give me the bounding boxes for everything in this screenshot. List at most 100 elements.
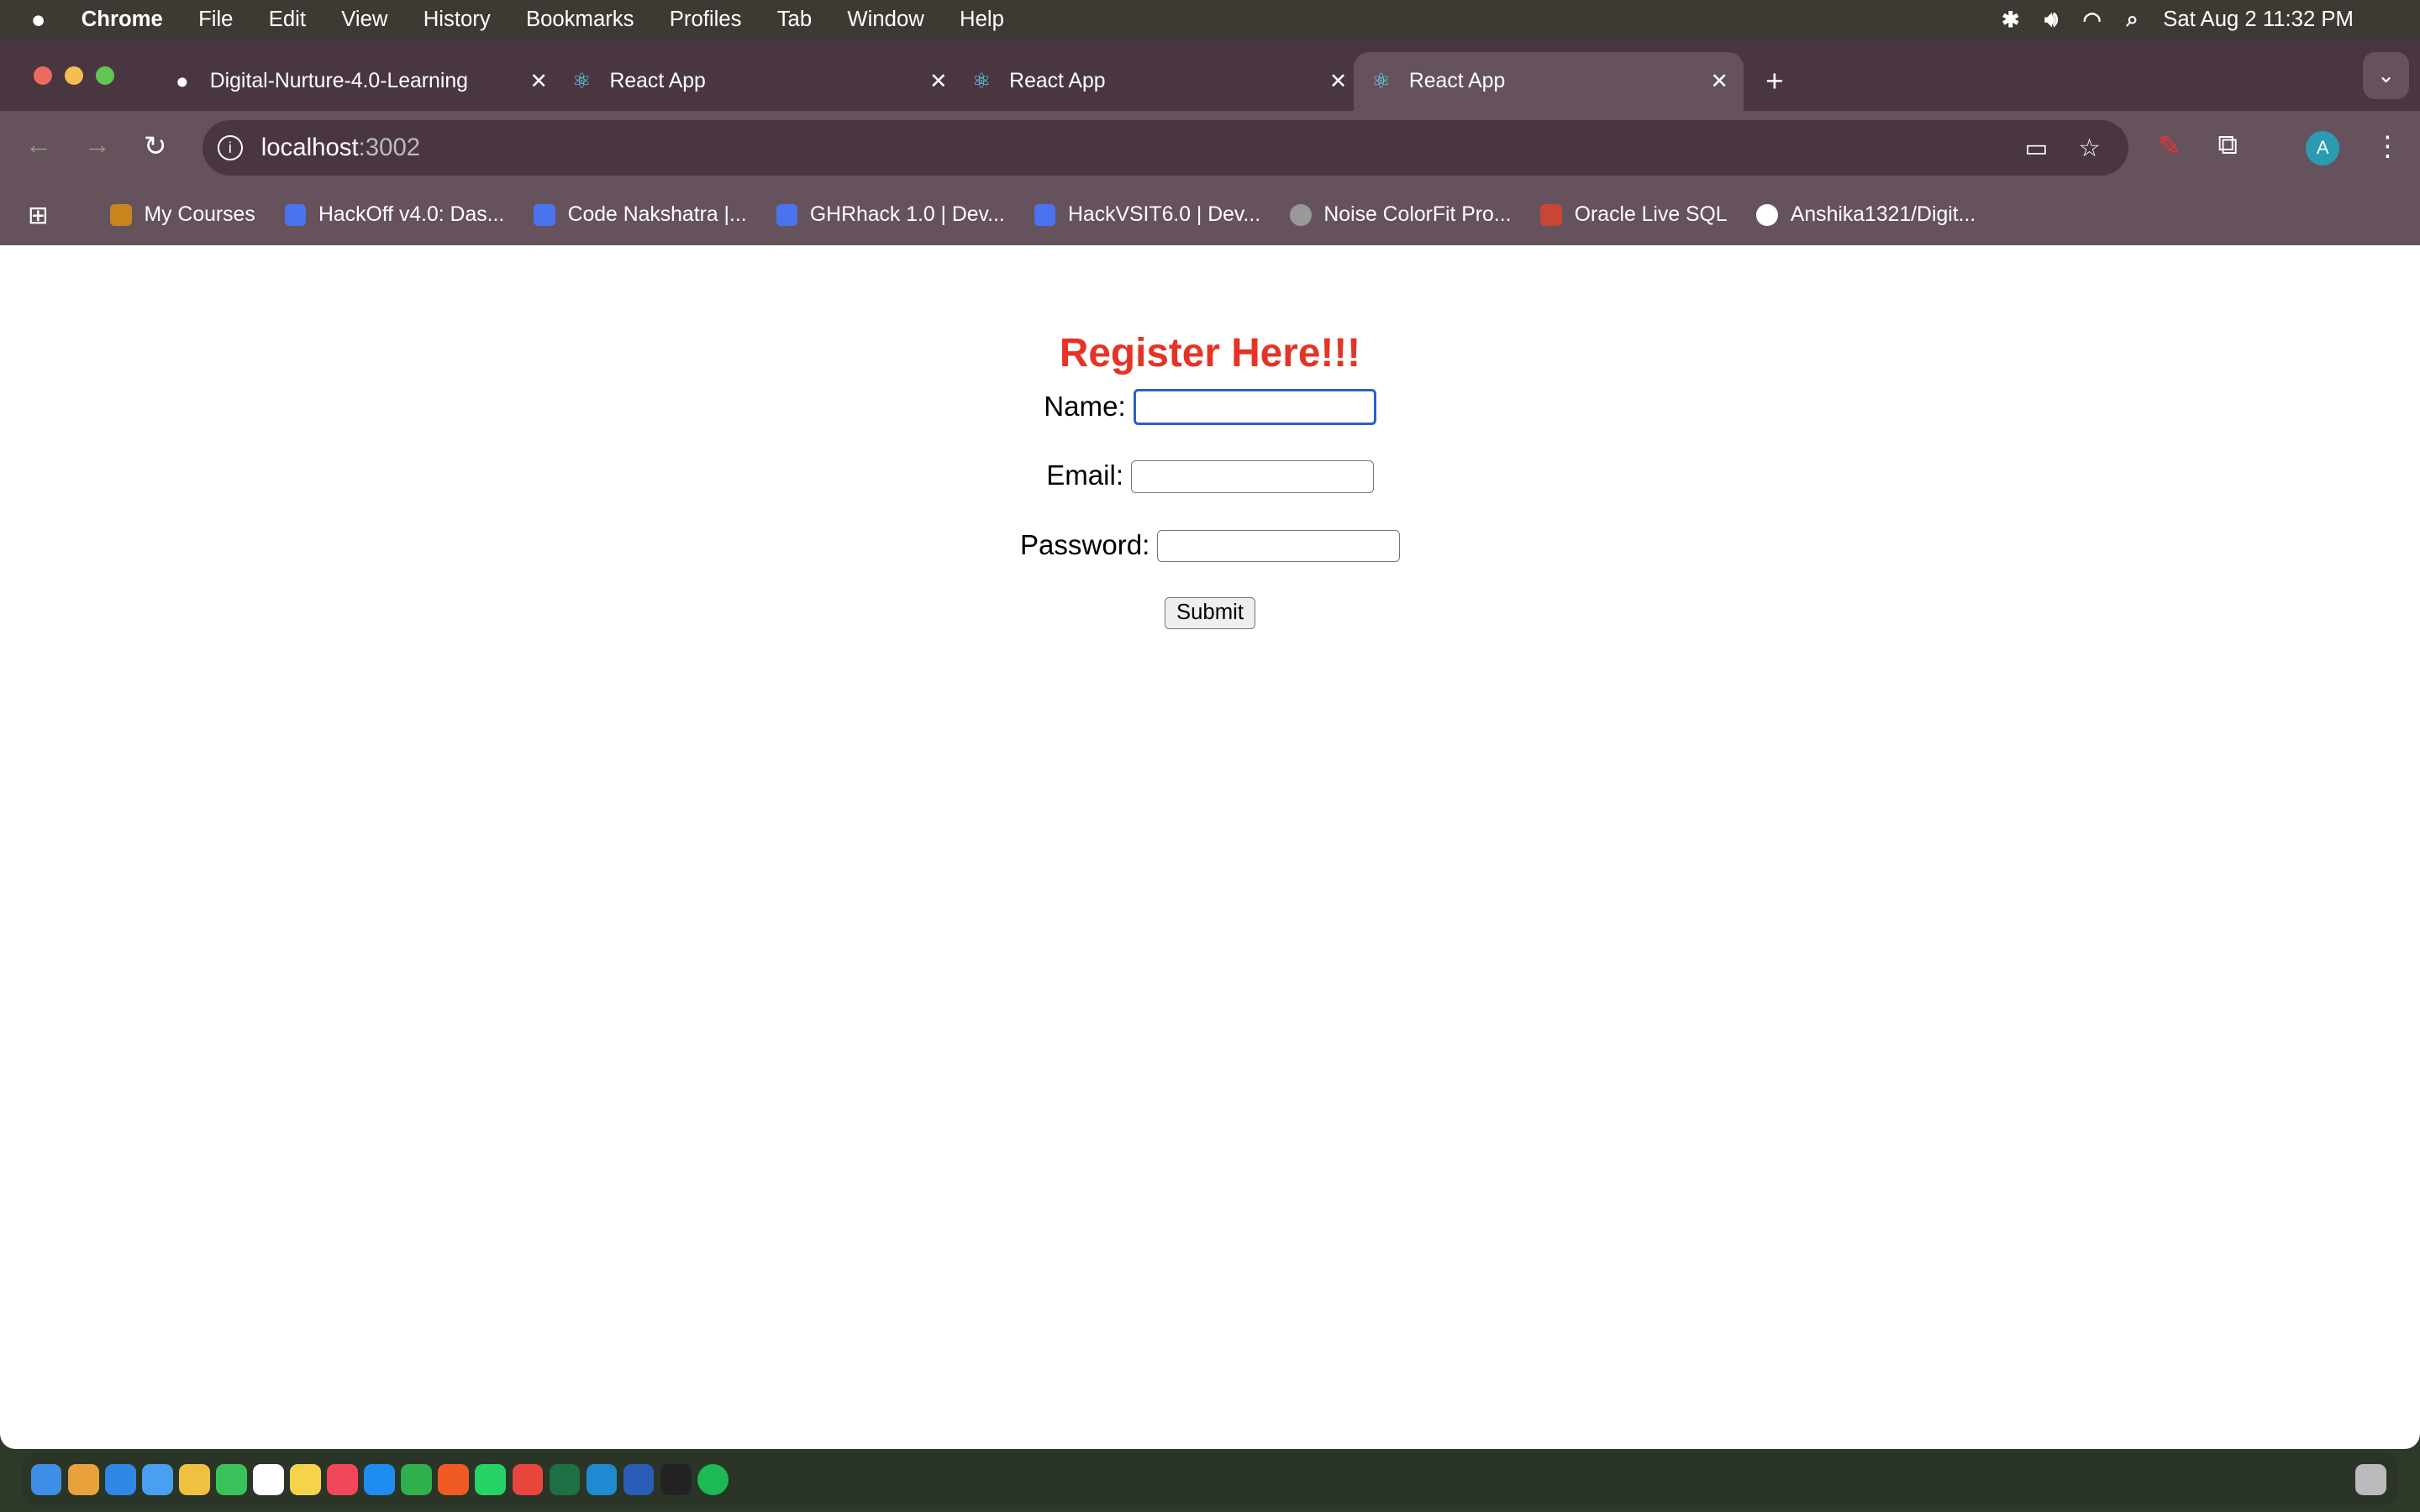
vscode-icon[interactable] [586, 1464, 618, 1495]
close-tab-icon[interactable]: ✕ [1711, 69, 1729, 94]
password-input[interactable] [1157, 529, 1400, 563]
appstore-icon[interactable] [364, 1464, 395, 1495]
screen: ● Chrome File Edit View History Bookmark… [0, 0, 2420, 1512]
tab-strip: ● Digital-Nurture-4.0-Learning ✕ ⚛ React… [0, 40, 2420, 112]
submit-button[interactable]: Submit [1165, 596, 1255, 629]
back-button[interactable]: ← [24, 129, 52, 161]
numbers-icon[interactable] [401, 1464, 433, 1495]
tab-react-app-3[interactable]: ⚛ React App ✕ [1353, 52, 1744, 112]
bookmark-label: HackVSIT6.0 | Dev... [1068, 203, 1261, 227]
bookmarks-bar: ⊞ My Courses HackOff v4.0: Das... Code N… [0, 185, 2420, 246]
bookmark-code-nakshatra[interactable]: Code Nakshatra |... [534, 203, 747, 227]
menu-window[interactable]: Window [847, 8, 923, 32]
password-label: Password: [1019, 530, 1150, 562]
extensions-icon[interactable]: ⧉ [2217, 129, 2238, 161]
pen-extension-icon[interactable]: ✎ [2158, 129, 2181, 163]
address-bar[interactable]: i localhost:3002 ▭ ☆ [202, 120, 2128, 176]
bookmark-github-repo[interactable]: Anshika1321/Digit... [1756, 203, 1975, 227]
music-icon[interactable] [327, 1464, 358, 1495]
bookmark-label: Oracle Live SQL [1574, 203, 1728, 227]
site-info-icon[interactable]: i [217, 135, 243, 161]
avatar[interactable]: A [2306, 131, 2340, 165]
menu-app-chrome[interactable]: Chrome [82, 8, 163, 32]
maximize-window-button[interactable] [95, 66, 114, 85]
install-app-icon[interactable]: ▭ [2025, 134, 2049, 163]
github-icon [1756, 204, 1779, 227]
apple-icon[interactable]: ● [31, 6, 46, 34]
volume-icon[interactable]: 🔊︎ [2044, 8, 2058, 33]
bookmark-star-icon[interactable]: ☆ [2078, 134, 2100, 163]
bookmark-oracle[interactable]: Oracle Live SQL [1540, 203, 1728, 227]
tab-title: React App [1408, 70, 1506, 93]
menu-profiles[interactable]: Profiles [670, 8, 742, 32]
bookmark-my-courses[interactable]: My Courses [110, 203, 255, 227]
close-tab-icon[interactable]: ✕ [1329, 69, 1348, 94]
email-label: Email: [1046, 460, 1124, 492]
bookmark-label: My Courses [144, 203, 255, 227]
menu-tab[interactable]: Tab [777, 8, 812, 32]
url-host: localhost [260, 134, 359, 162]
menu-view[interactable]: View [341, 8, 387, 32]
finder-icon[interactable] [30, 1464, 62, 1495]
minimize-window-button[interactable] [65, 66, 84, 85]
word-icon[interactable] [623, 1464, 655, 1495]
calendar-icon[interactable] [253, 1464, 284, 1495]
close-tab-icon[interactable]: ✕ [529, 69, 548, 94]
email-input[interactable] [1131, 460, 1374, 493]
toolbar: ← → ↻ i localhost:3002 ▭ ☆ ✎ ⧉ A ⋮ [0, 111, 2420, 186]
whatsapp-icon[interactable] [475, 1464, 507, 1495]
bookmark-hackvsit[interactable]: HackVSIT6.0 | Dev... [1034, 203, 1260, 227]
tab-github[interactable]: ● Digital-Nurture-4.0-Learning ✕ [155, 52, 564, 111]
bluetooth-icon[interactable]: ✱ [2002, 8, 2020, 33]
devfolio-icon [1034, 204, 1056, 227]
tab-search-button[interactable]: ⌄ [2362, 52, 2410, 99]
apps-grid-icon[interactable]: ⊞ [28, 201, 49, 230]
mail-icon[interactable] [141, 1464, 173, 1495]
name-input[interactable] [1133, 389, 1376, 426]
name-label: Name: [1044, 391, 1126, 423]
tab-react-app-1[interactable]: ⚛ React App ✕ [554, 52, 963, 111]
bookmark-label: Anshika1321/Digit... [1790, 203, 1976, 227]
menu-edit[interactable]: Edit [269, 8, 306, 32]
new-tab-button[interactable]: + [1765, 52, 1783, 111]
terminal-icon [1540, 204, 1563, 227]
clock[interactable]: Sat Aug 2 11:32 PM [2163, 8, 2354, 32]
react-icon: ⚛ [1371, 70, 1392, 94]
reload-button[interactable]: ↻ [144, 129, 167, 163]
terminal-icon[interactable] [660, 1464, 692, 1495]
menu-file[interactable]: File [198, 8, 233, 32]
trash-icon[interactable] [2354, 1464, 2386, 1495]
devfolio-icon [776, 204, 798, 227]
chrome-icon[interactable] [512, 1464, 544, 1495]
tab-title: React App [1009, 70, 1106, 93]
forward-button[interactable]: → [83, 129, 111, 161]
photos-icon[interactable] [178, 1464, 210, 1495]
menu-kebab-icon[interactable]: ⋮ [2374, 129, 2402, 163]
safari-icon[interactable] [104, 1464, 136, 1495]
close-window-button[interactable] [34, 66, 53, 85]
launchpad-icon[interactable] [67, 1464, 99, 1495]
bookmark-label: HackOff v4.0: Das... [318, 203, 505, 227]
tab-title: React App [609, 70, 706, 93]
bookmark-ghrhack[interactable]: GHRhack 1.0 | Dev... [776, 203, 1005, 227]
menu-bookmarks[interactable]: Bookmarks [526, 8, 634, 32]
devfolio-icon [284, 204, 307, 227]
brave-icon[interactable] [438, 1464, 470, 1495]
excel-icon[interactable] [549, 1464, 581, 1495]
noise-icon [1290, 204, 1312, 227]
menu-help[interactable]: Help [960, 8, 1004, 32]
bookmark-noise[interactable]: Noise ColorFit Pro... [1290, 203, 1512, 227]
menu-history[interactable]: History [424, 8, 491, 32]
notes-icon[interactable] [290, 1464, 321, 1495]
bookmark-label: Code Nakshatra |... [567, 203, 747, 227]
wifi-icon[interactable]: ◠ [2083, 8, 2102, 33]
bookmark-hackoff[interactable]: HackOff v4.0: Das... [284, 203, 505, 227]
search-icon[interactable]: ⌕ [2126, 8, 2138, 33]
window-controls [34, 66, 114, 85]
facetime-icon[interactable] [216, 1464, 247, 1495]
close-tab-icon[interactable]: ✕ [929, 69, 948, 94]
bookmark-label: GHRhack 1.0 | Dev... [809, 203, 1005, 227]
spotify-icon[interactable] [697, 1464, 729, 1495]
macos-dock [21, 1453, 2399, 1506]
tab-react-app-2[interactable]: ⚛ React App ✕ [954, 52, 1363, 111]
